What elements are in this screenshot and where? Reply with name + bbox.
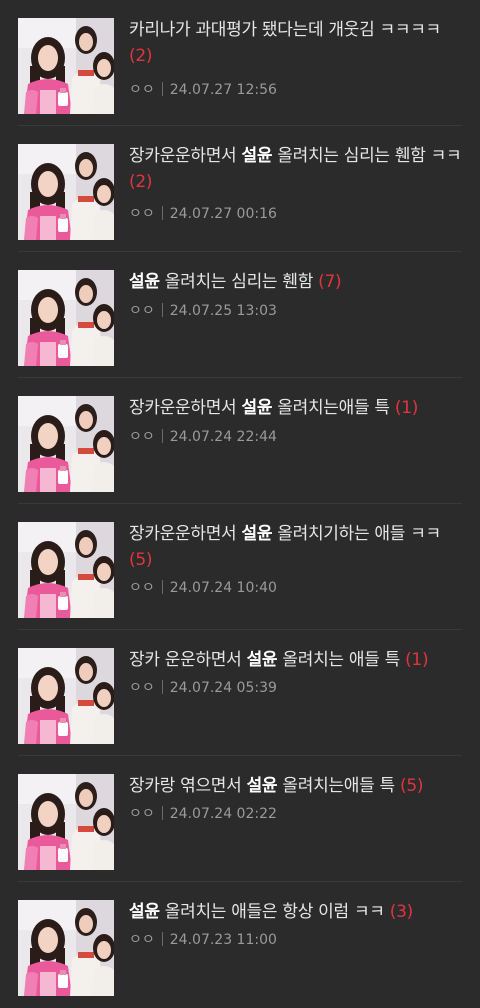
post-thumbnail[interactable]	[18, 396, 114, 492]
title-text-rest: 올려치는 애들은 항상 이럼 ㅋㅋ	[159, 902, 385, 922]
post-date: 24.07.24 05:39	[169, 680, 277, 696]
author-name: ㅇㅇ	[129, 806, 155, 822]
post-meta: ㅇㅇ 24.07.24 10:40	[129, 578, 277, 598]
title-text: 장카운운하면서	[129, 398, 242, 418]
post-item[interactable]: 장카운운하면서 설윤 올려치는 심리는 휀함 ㅋㅋ (2) ㅇㅇ 24.07.27…	[0, 126, 480, 252]
post-item[interactable]: 카리나가 과대평가 됐다는데 개웃김 ㅋㅋㅋㅋ (2) ㅇㅇ 24.07.27 1…	[0, 0, 480, 126]
post-title[interactable]: 장카운운하면서 설윤 올려치는 심리는 휀함 ㅋㅋ (2)	[129, 143, 462, 195]
post-item[interactable]: 설윤 올려치는 애들은 항상 이럼 ㅋㅋ (3) ㅇㅇ 24.07.23 11:0…	[0, 882, 480, 1008]
author-name: ㅇㅇ	[129, 206, 155, 222]
post-list: 카리나가 과대평가 됐다는데 개웃김 ㅋㅋㅋㅋ (2) ㅇㅇ 24.07.27 1…	[0, 0, 480, 1004]
post-title[interactable]: 장카운운하면서 설윤 올려치기하는 애들 ㅋㅋ (5)	[129, 521, 462, 573]
title-text: 장카 운운하면서	[129, 650, 247, 670]
title-text-rest: 올려치는애들 특	[277, 776, 395, 796]
meta-separator	[161, 580, 163, 594]
post-item[interactable]: 장카운운하면서 설윤 올려치기하는 애들 ㅋㅋ (5) ㅇㅇ 24.07.24 1…	[0, 504, 480, 630]
post-thumbnail[interactable]	[18, 774, 114, 870]
post-title[interactable]: 장카운운하면서 설윤 올려치는애들 특 (1)	[129, 395, 462, 421]
post-date: 24.07.24 22:44	[169, 429, 277, 445]
post-meta: ㅇㅇ 24.07.24 22:44	[129, 427, 277, 447]
post-thumbnail[interactable]	[18, 648, 114, 744]
author-name: ㅇㅇ	[129, 82, 155, 98]
title-text: 카리나가 과대평가 됐다는데 개웃김 ㅋㅋㅋㅋ	[129, 20, 441, 40]
meta-separator	[161, 429, 163, 443]
title-text: 장카운운하면서	[129, 146, 242, 166]
title-text-rest: 올려치기하는 애들 ㅋㅋ	[272, 524, 441, 544]
title-highlight: 설윤	[241, 524, 273, 544]
post-date: 24.07.24 10:40	[169, 580, 277, 596]
post-title[interactable]: 장카랑 엮으면서 설윤 올려치는애들 특 (5)	[129, 773, 462, 799]
comment-count: (2)	[129, 46, 153, 66]
post-meta: ㅇㅇ 24.07.25 13:03	[129, 301, 277, 321]
comment-count: (1)	[405, 650, 429, 670]
author-name: ㅇㅇ	[129, 429, 155, 445]
post-meta: ㅇㅇ 24.07.24 05:39	[129, 678, 277, 698]
post-title[interactable]: 장카 운운하면서 설윤 올려치는 애들 특 (1)	[129, 647, 462, 673]
comment-count: (7)	[318, 272, 342, 292]
comment-count: (2)	[129, 172, 153, 192]
post-date: 24.07.27 12:56	[169, 82, 277, 98]
title-text-rest: 올려치는 애들 특	[277, 650, 400, 670]
meta-separator	[161, 206, 163, 220]
post-thumbnail[interactable]	[18, 270, 114, 366]
post-date: 24.07.27 00:16	[169, 206, 277, 222]
author-name: ㅇㅇ	[129, 680, 155, 696]
meta-separator	[161, 806, 163, 820]
post-meta: ㅇㅇ 24.07.24 02:22	[129, 804, 277, 824]
post-title[interactable]: 설윤 올려치는 심리는 휀함 (7)	[129, 269, 462, 295]
author-name: ㅇㅇ	[129, 303, 155, 319]
post-item[interactable]: 장카운운하면서 설윤 올려치는애들 특 (1) ㅇㅇ 24.07.24 22:44	[0, 378, 480, 504]
title-highlight: 설윤	[246, 650, 278, 670]
post-thumbnail[interactable]	[18, 522, 114, 618]
title-highlight: 설윤	[246, 776, 278, 796]
title-highlight: 설윤	[241, 398, 273, 418]
post-meta: ㅇㅇ 24.07.27 12:56	[129, 80, 277, 100]
title-highlight: 설윤	[129, 902, 160, 922]
title-text-rest: 올려치는애들 특	[272, 398, 390, 418]
post-meta: ㅇㅇ 24.07.27 00:16	[129, 204, 277, 224]
meta-separator	[161, 82, 163, 96]
post-meta: ㅇㅇ 24.07.23 11:00	[129, 930, 277, 950]
post-thumbnail[interactable]	[18, 144, 114, 240]
meta-separator	[161, 680, 163, 694]
author-name: ㅇㅇ	[129, 580, 155, 596]
title-text: 장카운운하면서	[129, 524, 242, 544]
post-date: 24.07.23 11:00	[169, 932, 277, 948]
post-date: 24.07.25 13:03	[169, 303, 277, 319]
comment-count: (3)	[389, 902, 413, 922]
title-text-rest: 올려치는 심리는 휀함 ㅋㅋ	[272, 146, 462, 166]
post-item[interactable]: 장카 운운하면서 설윤 올려치는 애들 특 (1) ㅇㅇ 24.07.24 05:…	[0, 630, 480, 756]
post-item[interactable]: 장카랑 엮으면서 설윤 올려치는애들 특 (5) ㅇㅇ 24.07.24 02:2…	[0, 756, 480, 882]
post-thumbnail[interactable]	[18, 18, 114, 114]
title-text: 장카랑 엮으면서	[129, 776, 247, 796]
comment-count: (5)	[129, 550, 153, 570]
post-title[interactable]: 설윤 올려치는 애들은 항상 이럼 ㅋㅋ (3)	[129, 899, 462, 925]
title-highlight: 설윤	[129, 272, 160, 292]
post-item[interactable]: 설윤 올려치는 심리는 휀함 (7) ㅇㅇ 24.07.25 13:03	[0, 252, 480, 378]
post-title[interactable]: 카리나가 과대평가 됐다는데 개웃김 ㅋㅋㅋㅋ (2)	[129, 17, 462, 69]
comment-count: (5)	[399, 776, 424, 796]
meta-separator	[161, 932, 163, 946]
author-name: ㅇㅇ	[129, 932, 155, 948]
meta-separator	[161, 303, 163, 317]
post-date: 24.07.24 02:22	[169, 806, 277, 822]
post-thumbnail[interactable]	[18, 900, 114, 996]
title-highlight: 설윤	[241, 146, 273, 166]
title-text-rest: 올려치는 심리는 휀함	[159, 272, 314, 292]
comment-count: (1)	[394, 398, 419, 418]
